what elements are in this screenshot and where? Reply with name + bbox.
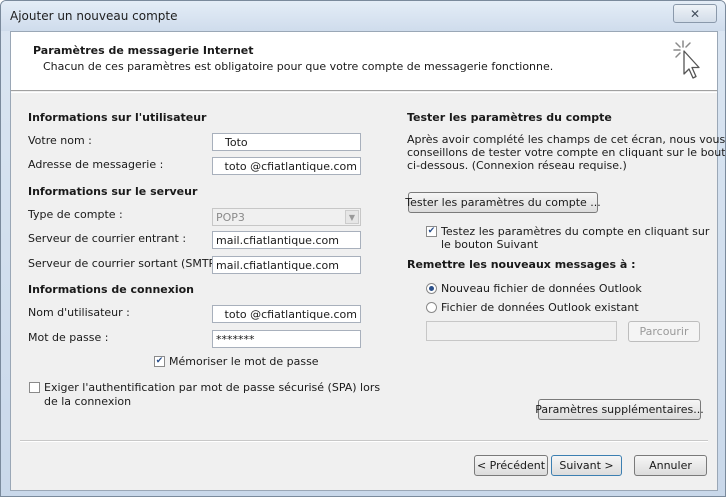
account-type-value: POP3 [216, 211, 245, 224]
server-info-heading: Informations sur le serveur [28, 185, 198, 198]
test-settings-heading: Tester les paramètres du compte [407, 111, 612, 124]
browse-button[interactable]: Parcourir [628, 321, 700, 342]
test-settings-button[interactable]: Tester les paramètres du compte ... [405, 192, 601, 213]
login-info-heading: Informations de connexion [28, 283, 194, 296]
password-field[interactable]: ******* [212, 330, 361, 348]
outgoing-server-label: Serveur de courrier sortant (SMTP) : [28, 257, 227, 270]
outgoing-server-field[interactable]: mail.cfiatlantique.com [212, 256, 361, 274]
auto-test-checkbox[interactable]: ✔ [426, 226, 437, 237]
header-divider [11, 92, 717, 94]
back-button[interactable]: < Précédent [474, 455, 548, 476]
cancel-button[interactable]: Annuler [634, 455, 707, 476]
page-subtitle: Chacun de ces paramètres est obligatoire… [43, 60, 554, 73]
auto-test-label-line2[interactable]: le bouton Suivant [441, 238, 538, 251]
existing-file-path-field[interactable] [426, 321, 617, 341]
username-label: Nom d'utilisateur : [28, 306, 130, 319]
account-type-label: Type de compte : [28, 208, 123, 221]
name-field[interactable]: Toto [212, 133, 361, 151]
spa-checkbox[interactable] [29, 382, 40, 393]
next-button[interactable]: Suivant > [551, 455, 622, 476]
existing-data-file-label[interactable]: Fichier de données Outlook existant [441, 301, 639, 314]
dialog-body: Paramètres de messagerie Internet Chacun… [10, 31, 725, 491]
account-type-select: POP3 ▼ [212, 208, 361, 226]
title-bar[interactable]: Ajouter un nouveau compte ✕ [1, 1, 725, 31]
close-icon: ✕ [689, 6, 701, 21]
remember-password-label[interactable]: Mémoriser le mot de passe [169, 355, 319, 368]
page-title: Paramètres de messagerie Internet [33, 44, 254, 57]
name-label: Votre nom : [28, 134, 92, 147]
cursor-click-icon [673, 40, 700, 79]
test-description-line3: ci-dessous. (Connexion réseau requise.) [407, 159, 627, 172]
spa-label-line2[interactable]: de la connexion [44, 395, 131, 408]
footer-divider [20, 440, 708, 442]
username-field[interactable]: toto @cfiatlantique.com [212, 305, 361, 323]
incoming-server-label: Serveur de courrier entrant : [28, 232, 187, 245]
user-info-heading: Informations sur l'utilisateur [28, 111, 207, 124]
test-description-line1: Après avoir complété les champs de cet é… [407, 133, 726, 146]
new-data-file-radio[interactable] [426, 283, 437, 294]
new-data-file-label[interactable]: Nouveau fichier de données Outlook [441, 282, 642, 295]
chevron-down-icon: ▼ [345, 210, 359, 224]
existing-data-file-radio[interactable] [426, 302, 437, 313]
test-description-line2: conseillons de tester votre compte en cl… [407, 146, 726, 159]
header-panel: Paramètres de messagerie Internet Chacun… [11, 32, 717, 91]
close-button[interactable]: ✕ [673, 4, 717, 23]
dialog-window: Ajouter un nouveau compte ✕ Paramètres d… [0, 0, 726, 497]
email-label: Adresse de messagerie : [28, 158, 164, 171]
window-title: Ajouter un nouveau compte [10, 9, 178, 23]
password-label: Mot de passe : [28, 331, 109, 344]
email-field[interactable]: toto @cfiatlantique.com [212, 157, 361, 175]
deliver-heading: Remettre les nouveaux messages à : [407, 258, 636, 271]
more-settings-button[interactable]: Paramètres supplémentaires... [535, 399, 704, 420]
incoming-server-field[interactable]: mail.cfiatlantique.com [212, 231, 361, 249]
auto-test-label-line1[interactable]: Testez les paramètres du compte en cliqu… [441, 225, 709, 238]
spa-label-line1[interactable]: Exiger l'authentification par mot de pas… [44, 381, 380, 394]
remember-password-checkbox[interactable]: ✔ [154, 356, 165, 367]
